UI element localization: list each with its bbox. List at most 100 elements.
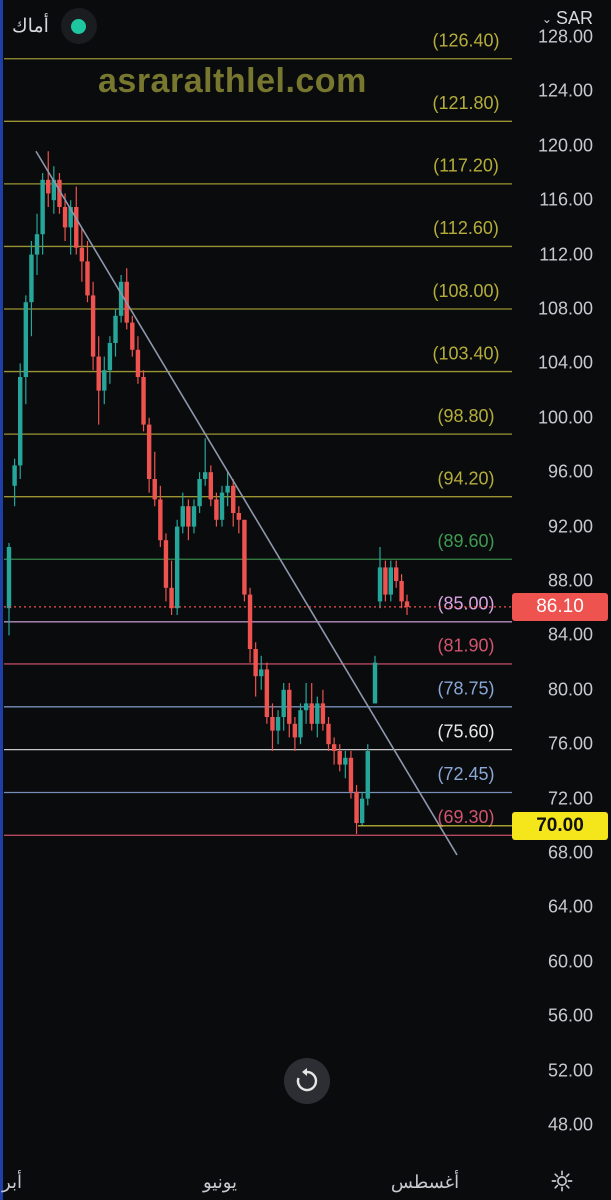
candle[interactable]	[377, 547, 383, 609]
price-tick: 112.00	[539, 244, 593, 265]
candle[interactable]	[394, 560, 399, 588]
candle[interactable]	[253, 642, 258, 697]
candle[interactable]	[359, 791, 365, 826]
price-tick: 64.00	[547, 896, 593, 917]
candle[interactable]	[34, 213, 40, 275]
candle[interactable]	[130, 315, 135, 357]
price-tick: 92.00	[547, 516, 593, 537]
candle[interactable]	[298, 703, 303, 745]
candle[interactable]	[12, 458, 17, 507]
rotate-icon	[296, 1068, 318, 1092]
candle[interactable]	[23, 295, 29, 405]
reset-chart-button[interactable]	[284, 1058, 330, 1104]
candle[interactable]	[107, 336, 113, 384]
fib-level-label: (103.40)	[432, 343, 499, 363]
price-tick: 128.00	[537, 26, 593, 47]
candle[interactable]	[292, 717, 298, 751]
last-price-badge: 86.10	[512, 592, 608, 621]
fib-level-label: (72.45)	[437, 764, 494, 784]
candle[interactable]	[242, 519, 247, 602]
candle[interactable]	[208, 465, 214, 507]
market-status-button[interactable]	[60, 8, 97, 44]
price-tick: 76.00	[547, 733, 593, 754]
candle[interactable]	[158, 485, 163, 547]
candle[interactable]	[309, 683, 314, 731]
candle[interactable]	[225, 472, 230, 507]
candle[interactable]	[186, 499, 191, 541]
price-tick: 80.00	[547, 679, 593, 700]
candle[interactable]	[85, 241, 90, 303]
candle[interactable]	[219, 485, 225, 527]
candle[interactable]	[51, 166, 57, 214]
candle[interactable]	[348, 751, 354, 799]
price-tick: 68.00	[547, 842, 593, 863]
settings-gear-icon[interactable]	[551, 1170, 573, 1192]
fib-level-label: (81.90)	[437, 636, 494, 656]
candle[interactable]	[18, 363, 23, 479]
price-tick: 88.00	[547, 570, 593, 591]
candle[interactable]	[383, 560, 388, 602]
candle[interactable]	[259, 655, 264, 690]
candle[interactable]	[281, 683, 286, 731]
candle[interactable]	[372, 655, 378, 704]
candle[interactable]	[315, 696, 320, 738]
candle[interactable]	[180, 492, 185, 534]
time-label: أغسطس	[390, 1172, 460, 1192]
candle[interactable]	[152, 451, 157, 507]
candle[interactable]	[236, 506, 242, 534]
candle[interactable]	[102, 356, 107, 405]
candle[interactable]	[326, 717, 331, 751]
price-axis[interactable]: 128.00 124.00 120.00 116.00 112.00 108.00 104.…	[512, 0, 611, 1160]
candle[interactable]	[135, 336, 141, 384]
candle[interactable]	[191, 499, 197, 534]
fib-labels: (126.40) (121.80) (117.20) (112.60) (108.00)…	[432, 31, 499, 828]
candle[interactable]	[275, 710, 281, 745]
candle[interactable]	[337, 744, 342, 772]
candle[interactable]	[202, 438, 208, 486]
candle[interactable]	[141, 370, 146, 432]
fib-level-label: (108.00)	[432, 281, 499, 301]
candle[interactable]	[46, 151, 51, 207]
fib-level-label: (69.30)	[437, 807, 494, 827]
candle[interactable]	[388, 560, 393, 602]
alert-price-badge[interactable]: 70.00	[512, 811, 608, 840]
symbol-name[interactable]: أماك	[12, 15, 49, 38]
candle[interactable]	[90, 281, 96, 371]
candle[interactable]	[231, 479, 236, 527]
candle[interactable]	[320, 689, 326, 731]
fib-level-label: (126.40)	[432, 31, 499, 51]
price-tick: 60.00	[547, 951, 593, 972]
market-status-dot-icon	[71, 18, 87, 34]
candle[interactable]	[343, 751, 348, 779]
candle[interactable]	[399, 574, 404, 609]
candle[interactable]	[113, 309, 118, 357]
candle[interactable]	[354, 785, 359, 834]
price-tick: 120.00	[537, 135, 593, 156]
price-tick: 52.00	[547, 1060, 593, 1081]
candle[interactable]	[365, 744, 370, 806]
candle[interactable]	[163, 533, 169, 602]
fib-level-label: (112.60)	[433, 218, 499, 238]
candle[interactable]	[118, 275, 124, 323]
candle[interactable]	[287, 683, 292, 738]
candle[interactable]	[331, 737, 337, 765]
time-label: يونيو	[202, 1172, 238, 1192]
candle[interactable]	[264, 662, 270, 724]
candle[interactable]	[29, 241, 34, 337]
candle[interactable]	[214, 492, 219, 527]
candle[interactable]	[146, 417, 152, 493]
candle[interactable]	[79, 227, 85, 282]
price-tick: 96.00	[547, 461, 593, 482]
candle[interactable]	[270, 703, 275, 751]
candle[interactable]	[197, 472, 202, 513]
candle[interactable]	[174, 519, 180, 615]
fib-level-label: (121.80)	[432, 93, 499, 113]
time-axis[interactable]: أبر يونيو أغسطس	[0, 1160, 611, 1200]
candle[interactable]	[303, 683, 309, 724]
candle[interactable]	[96, 336, 101, 425]
candle[interactable]	[404, 594, 410, 615]
price-tick: 100.00	[537, 407, 593, 428]
candle[interactable]	[40, 173, 45, 255]
candle[interactable]	[247, 587, 253, 663]
fib-level-label: (75.60)	[437, 721, 494, 741]
